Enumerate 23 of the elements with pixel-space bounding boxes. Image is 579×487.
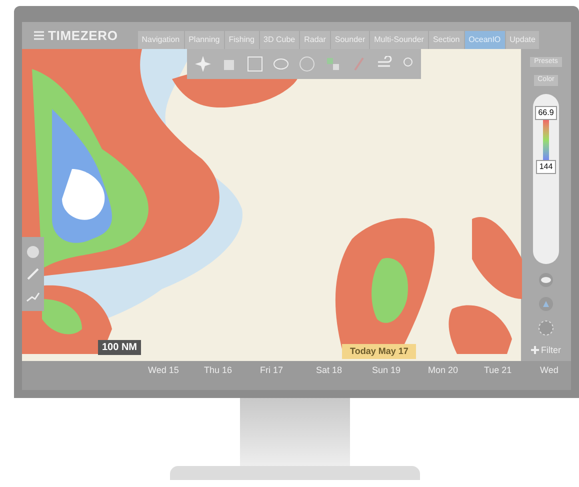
day-label: Tue 21 (484, 364, 513, 378)
color-gradient (543, 120, 549, 160)
app-logo: TIMEZERO (48, 26, 118, 45)
filter-label: Filter (541, 344, 561, 357)
plus-icon[interactable] (531, 346, 539, 354)
satellite-icon[interactable] (325, 56, 341, 72)
day-label: Sun 19 (372, 364, 402, 378)
day-label: Fri 17 (260, 364, 284, 378)
day-label: Wed 15 (148, 364, 180, 378)
day-label: Wed (540, 364, 560, 378)
slider-value: 66.9 (535, 106, 557, 120)
menu-icon[interactable] (34, 30, 44, 40)
day-label: Thu 16 (204, 364, 234, 378)
day-label: Mon 20 (428, 364, 460, 378)
tab[interactable]: OceanIO (464, 30, 505, 49)
zoom-icon[interactable] (26, 244, 40, 259)
date-badge: Today May 17 (342, 344, 416, 360)
scale-label: 100 NM (98, 340, 142, 356)
day-label: Sat 18 (316, 364, 344, 378)
slider-value: 144 (536, 160, 556, 174)
eye-icon[interactable] (538, 272, 554, 288)
measure-icon[interactable] (26, 266, 40, 281)
slider-track[interactable]: 66.9 144 (533, 94, 559, 264)
